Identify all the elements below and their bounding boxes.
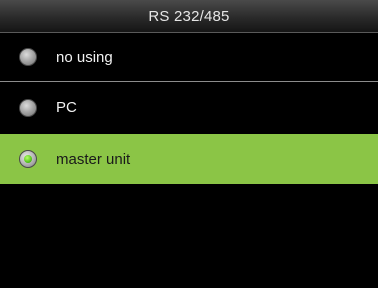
title-bar: RS 232/485 — [0, 0, 378, 33]
radio-selected-icon[interactable] — [19, 150, 37, 168]
rs232-485-settings-screen: RS 232/485 no using PC master unit — [0, 0, 378, 288]
radio-unselected-icon[interactable] — [19, 48, 37, 66]
option-label-no-using: no using — [56, 48, 113, 66]
radio-unselected-icon[interactable] — [19, 98, 37, 117]
option-no-using[interactable]: no using — [0, 33, 378, 82]
page-title: RS 232/485 — [148, 7, 230, 25]
option-master-unit[interactable]: master unit — [0, 134, 378, 184]
option-label-pc: PC — [56, 99, 77, 116]
option-pc[interactable]: PC — [0, 83, 378, 132]
option-label-master-unit: master unit — [56, 150, 131, 168]
